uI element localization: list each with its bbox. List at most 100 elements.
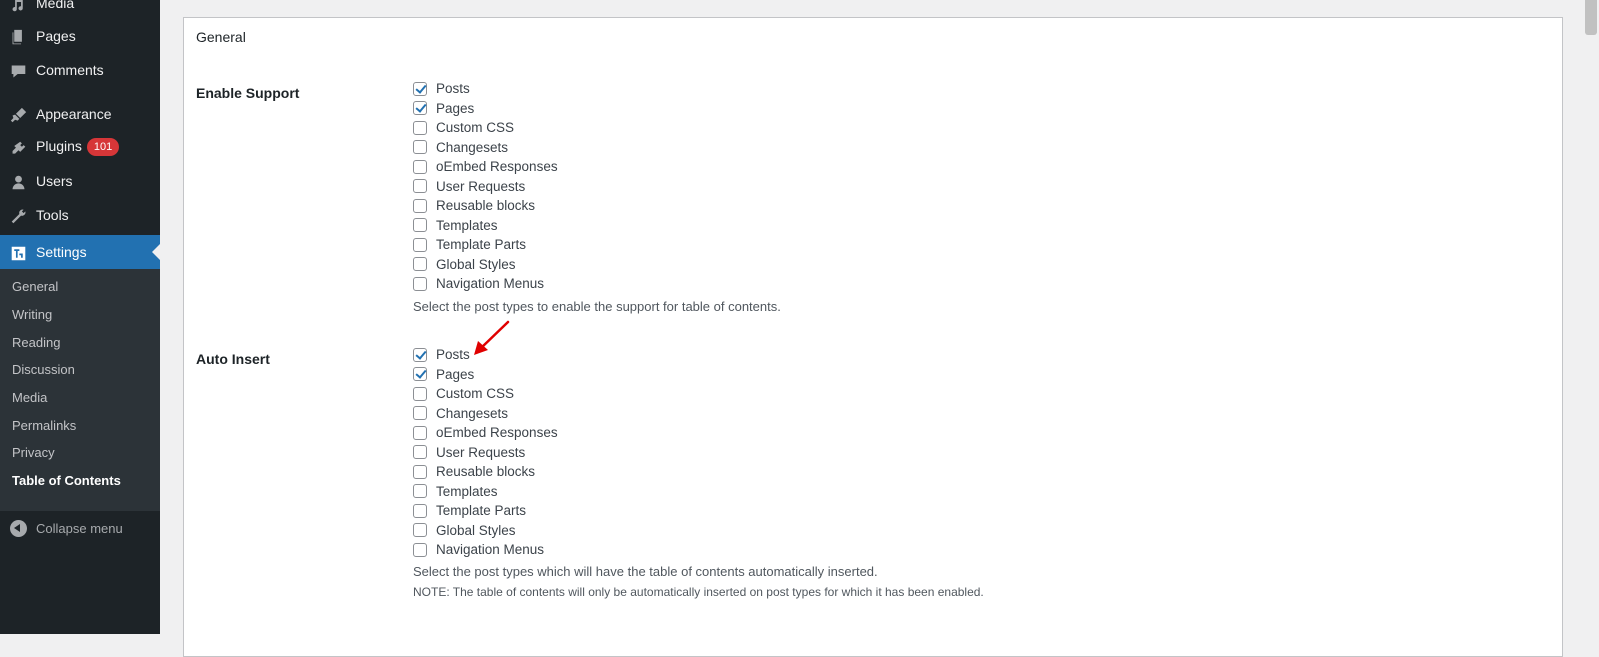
enable-support-option-label: User Requests <box>436 178 526 194</box>
submenu-item-permalinks[interactable]: Permalinks <box>12 418 76 433</box>
auto-insert-option-label: oEmbed Responses <box>436 425 558 441</box>
auto-insert-option-label: Posts <box>436 347 470 363</box>
auto-insert-checkbox-global-styles[interactable] <box>413 523 427 538</box>
enable-support-checkbox-user-requests[interactable] <box>413 179 427 194</box>
enable-support-option-changesets[interactable]: Changesets <box>413 138 558 158</box>
submenu-item-discussion[interactable]: Discussion <box>12 362 75 377</box>
enable-support-checkbox-changesets[interactable] <box>413 140 427 155</box>
enable-support-option-pages[interactable]: Pages <box>413 99 558 119</box>
auto-insert-checkbox-changesets[interactable] <box>413 406 427 421</box>
enable-support-option-label: Custom CSS <box>436 120 515 136</box>
menu-label-settings: Settings <box>36 244 87 260</box>
scrollbar-track[interactable] <box>1583 0 1599 634</box>
enable-support-option-user-requests[interactable]: User Requests <box>413 177 558 197</box>
menu-item-users[interactable]: Users <box>0 164 160 198</box>
auto-insert-option-user-requests[interactable]: User Requests <box>413 443 558 463</box>
enable-support-option-posts[interactable]: Posts <box>413 79 558 99</box>
auto-insert-option-label: User Requests <box>436 444 526 460</box>
settings-panel: General Enable Support Posts Pages Custom … <box>183 17 1563 657</box>
tools-icon <box>9 207 27 225</box>
submenu-item-privacy[interactable]: Privacy <box>12 445 55 460</box>
auto-insert-option-label: Templates <box>436 483 498 499</box>
enable-support-checkbox-posts[interactable] <box>413 81 427 96</box>
auto-insert-option-label: Pages <box>436 366 475 382</box>
menu-item-media[interactable]: Media <box>0 0 160 20</box>
auto-insert-checkbox-user-requests[interactable] <box>413 445 427 460</box>
auto-insert-option-label: Navigation Menus <box>436 542 545 558</box>
enable-support-checkbox-template-parts[interactable] <box>413 237 427 252</box>
enable-support-checkbox-list: Posts Pages Custom CSS Changesets oEmbed Res… <box>413 79 558 294</box>
menu-item-pages[interactable]: Pages <box>0 19 160 53</box>
auto-insert-label: Auto Insert <box>196 351 270 367</box>
auto-insert-option-label: Template Parts <box>436 503 527 519</box>
auto-insert-checkbox-reusable-blocks[interactable] <box>413 464 427 479</box>
auto-insert-option-label: Changesets <box>436 405 509 421</box>
auto-insert-option-oembed-responses[interactable]: oEmbed Responses <box>413 423 558 443</box>
enable-support-option-oembed-responses[interactable]: oEmbed Responses <box>413 157 558 177</box>
menu-label-appearance: Appearance <box>36 106 112 122</box>
enable-support-checkbox-pages[interactable] <box>413 101 427 116</box>
auto-insert-option-label: Global Styles <box>436 522 516 538</box>
enable-support-checkbox-oembed-responses[interactable] <box>413 159 427 174</box>
menu-item-plugins[interactable]: Plugins 101 <box>0 130 160 164</box>
auto-insert-checkbox-pages[interactable] <box>413 367 427 382</box>
auto-insert-note: NOTE: The table of contents will only be… <box>413 585 984 599</box>
enable-support-option-reusable-blocks[interactable]: Reusable blocks <box>413 196 558 216</box>
enable-support-option-label: Navigation Menus <box>436 276 545 292</box>
submenu-item-table-of-contents[interactable]: Table of Contents <box>12 473 121 488</box>
collapse-menu-button[interactable]: Collapse menu <box>0 514 160 544</box>
menu-item-comments[interactable]: Comments <box>0 53 160 87</box>
media-icon <box>9 0 27 13</box>
enable-support-checkbox-navigation-menus[interactable] <box>413 276 427 291</box>
auto-insert-option-templates[interactable]: Templates <box>413 482 558 502</box>
menu-label-tools: Tools <box>36 207 69 223</box>
enable-support-option-global-styles[interactable]: Global Styles <box>413 255 558 275</box>
auto-insert-checkbox-oembed-responses[interactable] <box>413 425 427 440</box>
menu-item-appearance[interactable]: Appearance <box>0 97 160 131</box>
enable-support-option-label: Global Styles <box>436 256 516 272</box>
menu-label-comments: Comments <box>36 62 104 78</box>
auto-insert-checkbox-navigation-menus[interactable] <box>413 542 427 557</box>
enable-support-option-label: Pages <box>436 100 475 116</box>
auto-insert-checkbox-template-parts[interactable] <box>413 503 427 518</box>
auto-insert-checkbox-custom-css[interactable] <box>413 386 427 401</box>
menu-label-pages: Pages <box>36 28 76 44</box>
users-icon <box>9 173 27 191</box>
auto-insert-option-label: Reusable blocks <box>436 464 536 480</box>
enable-support-option-templates[interactable]: Templates <box>413 216 558 236</box>
plugins-icon <box>9 139 27 157</box>
enable-support-checkbox-global-styles[interactable] <box>413 257 427 272</box>
submenu-item-media[interactable]: Media <box>12 390 47 405</box>
enable-support-checkbox-templates[interactable] <box>413 218 427 233</box>
enable-support-checkbox-reusable-blocks[interactable] <box>413 198 427 213</box>
auto-insert-option-template-parts[interactable]: Template Parts <box>413 501 558 521</box>
submenu-item-writing[interactable]: Writing <box>12 307 52 322</box>
enable-support-option-label: Template Parts <box>436 237 527 253</box>
enable-support-option-label: oEmbed Responses <box>436 159 558 175</box>
submenu-item-general[interactable]: General <box>12 279 58 294</box>
enable-support-label: Enable Support <box>196 85 300 101</box>
menu-label-plugins: Plugins <box>36 138 82 154</box>
menu-item-settings[interactable]: Settings <box>0 235 160 269</box>
auto-insert-option-navigation-menus[interactable]: Navigation Menus <box>413 540 558 560</box>
auto-insert-option-pages[interactable]: Pages <box>413 365 558 385</box>
collapse-menu-label: Collapse menu <box>36 521 123 536</box>
update-count-badge: 101 <box>86 138 120 156</box>
enable-support-option-navigation-menus[interactable]: Navigation Menus <box>413 274 558 294</box>
enable-support-option-custom-css[interactable]: Custom CSS <box>413 118 558 138</box>
submenu-item-reading[interactable]: Reading <box>12 335 60 350</box>
auto-insert-option-reusable-blocks[interactable]: Reusable blocks <box>413 462 558 482</box>
enable-support-option-template-parts[interactable]: Template Parts <box>413 235 558 255</box>
auto-insert-option-changesets[interactable]: Changesets <box>413 404 558 424</box>
enable-support-checkbox-custom-css[interactable] <box>413 120 427 135</box>
auto-insert-checkbox-list: Posts Pages Custom CSS Changesets oEmbed Res… <box>413 345 558 560</box>
menu-label-users: Users <box>36 173 73 189</box>
menu-item-tools[interactable]: Tools <box>0 198 160 232</box>
scrollbar-thumb[interactable] <box>1585 0 1597 35</box>
auto-insert-option-label: Custom CSS <box>436 386 515 402</box>
auto-insert-option-global-styles[interactable]: Global Styles <box>413 521 558 541</box>
comments-icon <box>9 62 27 80</box>
auto-insert-option-custom-css[interactable]: Custom CSS <box>413 384 558 404</box>
auto-insert-checkbox-posts[interactable] <box>413 347 427 362</box>
auto-insert-checkbox-templates[interactable] <box>413 484 427 499</box>
